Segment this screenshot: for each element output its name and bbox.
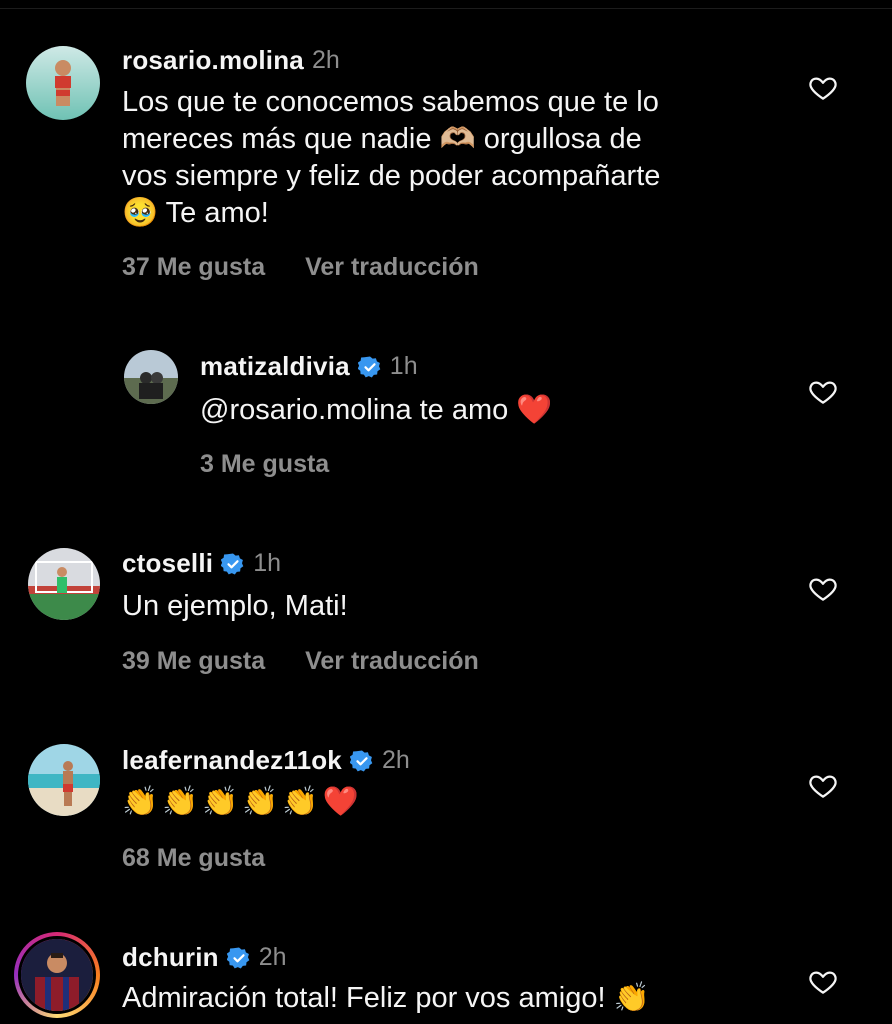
comment-time: 2h <box>311 46 340 74</box>
comment-time: 1h <box>253 549 282 577</box>
avatar[interactable] <box>124 350 178 404</box>
avatar[interactable] <box>26 46 100 120</box>
likes-count[interactable]: 68 Me gusta <box>122 844 265 873</box>
top-divider <box>0 8 892 9</box>
verified-badge-icon <box>226 946 251 970</box>
verified-badge-icon <box>221 552 245 576</box>
avatar[interactable] <box>28 744 100 816</box>
username[interactable]: leafernandez11ok <box>122 745 342 776</box>
username[interactable]: dchurin <box>122 942 219 973</box>
heart-outline-icon[interactable] <box>808 771 838 801</box>
heart-outline-icon[interactable] <box>808 73 838 103</box>
likes-count[interactable]: 39 Me gusta <box>122 647 265 676</box>
comment-text: Admiración total! Feliz por vos amigo! 👏 <box>122 982 650 1014</box>
likes-count[interactable]: 37 Me gusta <box>122 253 265 282</box>
avatar[interactable] <box>28 548 100 620</box>
comment-time: 2h <box>381 746 410 774</box>
avatar[interactable] <box>14 932 100 1018</box>
translate-link[interactable]: Ver traducción <box>305 647 479 676</box>
heart-outline-icon[interactable] <box>808 377 838 407</box>
heart-outline-icon[interactable] <box>808 574 838 604</box>
comment-time: 1h <box>389 352 418 380</box>
comment-time: 2h <box>258 943 287 971</box>
translate-link[interactable]: Ver traducción <box>305 253 479 282</box>
heart-outline-icon[interactable] <box>808 967 838 997</box>
comment-text: @rosario.molina te amo ❤️ <box>200 394 553 426</box>
comment-text: Un ejemplo, Mati! <box>122 590 348 622</box>
username[interactable]: ctoselli <box>122 548 213 579</box>
verified-badge-icon <box>349 749 374 773</box>
comment-text: 👏👏👏👏👏❤️ <box>122 786 363 818</box>
username[interactable]: matizaldivia <box>200 351 350 382</box>
username[interactable]: rosario.molina <box>122 45 304 76</box>
verified-badge-icon <box>357 355 382 379</box>
comment-text: Los que te conocemos sabemos que te lo m… <box>122 86 661 229</box>
likes-count[interactable]: 3 Me gusta <box>200 450 329 479</box>
